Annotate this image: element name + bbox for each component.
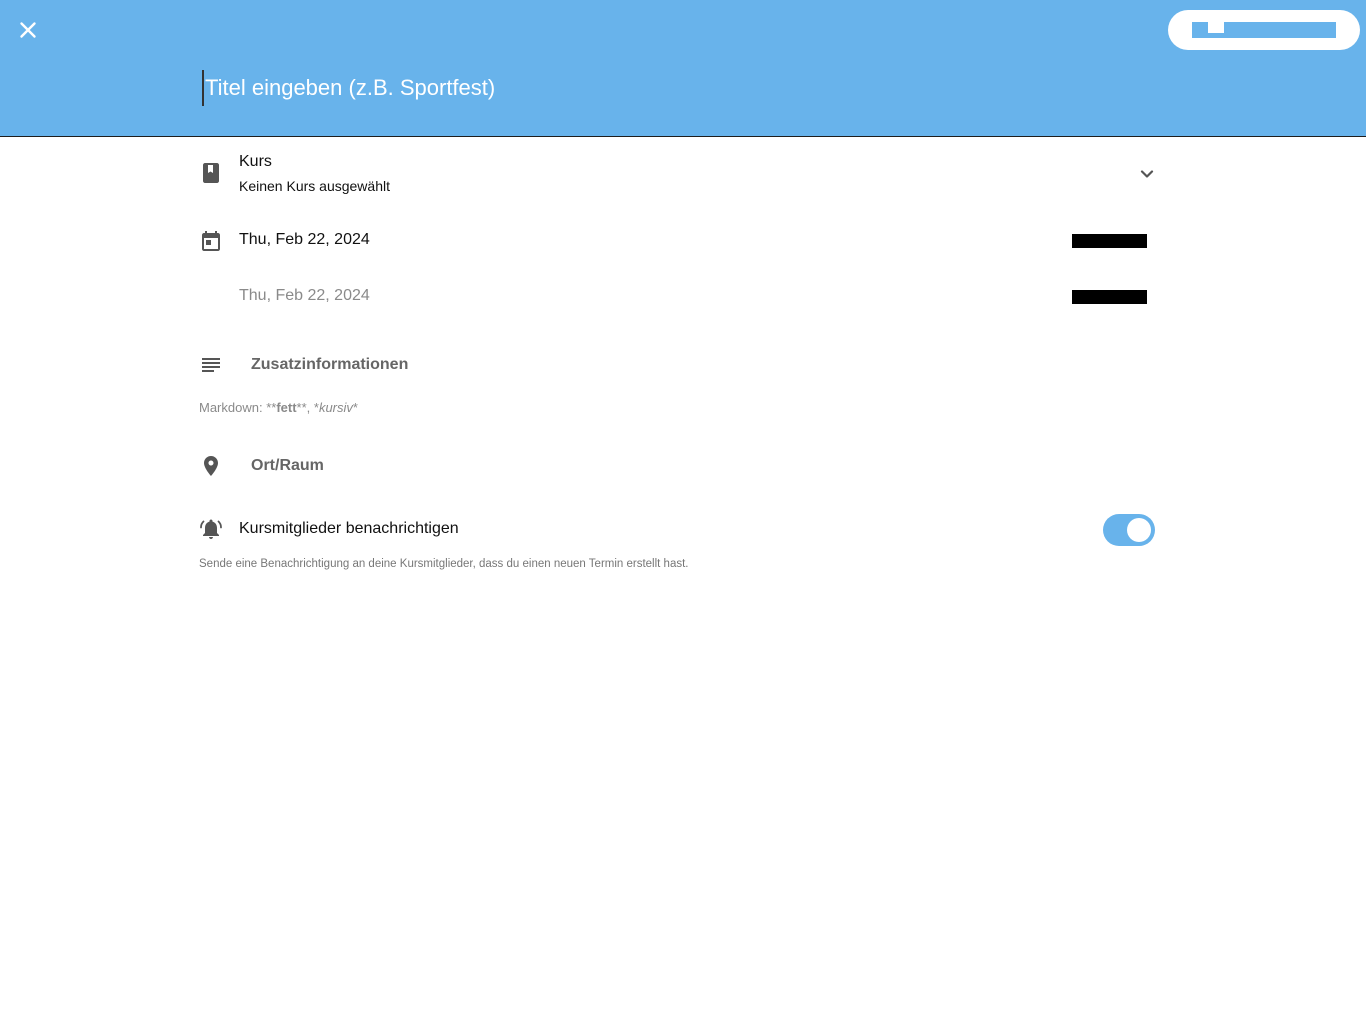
end-time-redacted[interactable]: [1072, 290, 1147, 304]
chevron-down-icon: [1140, 170, 1154, 178]
markdown-hint: Markdown: **fett**, *kursiv*: [199, 400, 358, 415]
course-value: Keinen Kurs ausgewählt: [239, 178, 390, 194]
location-pin-icon: [204, 456, 218, 476]
location-input[interactable]: Ort/Raum: [251, 457, 324, 475]
calendar-icon: [202, 231, 220, 251]
book-icon: [203, 163, 219, 183]
app-header: [0, 0, 1366, 137]
bell-icon: [200, 519, 222, 539]
close-icon: [20, 22, 36, 38]
start-date[interactable]: Thu, Feb 22, 2024: [239, 231, 370, 249]
start-time-redacted[interactable]: [1072, 234, 1147, 248]
notify-hint: Sende eine Benachrichtigung an deine Kur…: [199, 558, 689, 570]
close-button[interactable]: [16, 18, 40, 42]
save-button-label-redacted: [1192, 22, 1336, 38]
course-label: Kurs: [239, 153, 272, 170]
course-selector[interactable]: Kurs Keinen Kurs ausgewählt: [195, 148, 1160, 200]
notes-icon: [202, 358, 220, 372]
end-date[interactable]: Thu, Feb 22, 2024: [239, 287, 370, 305]
toggle-knob: [1127, 518, 1151, 542]
notify-label: Kursmitglieder benachrichtigen: [239, 520, 459, 537]
notify-toggle[interactable]: [1103, 514, 1155, 546]
title-input[interactable]: [202, 70, 1142, 106]
description-input[interactable]: Zusatzinformationen: [251, 356, 408, 374]
save-button[interactable]: [1168, 10, 1360, 50]
